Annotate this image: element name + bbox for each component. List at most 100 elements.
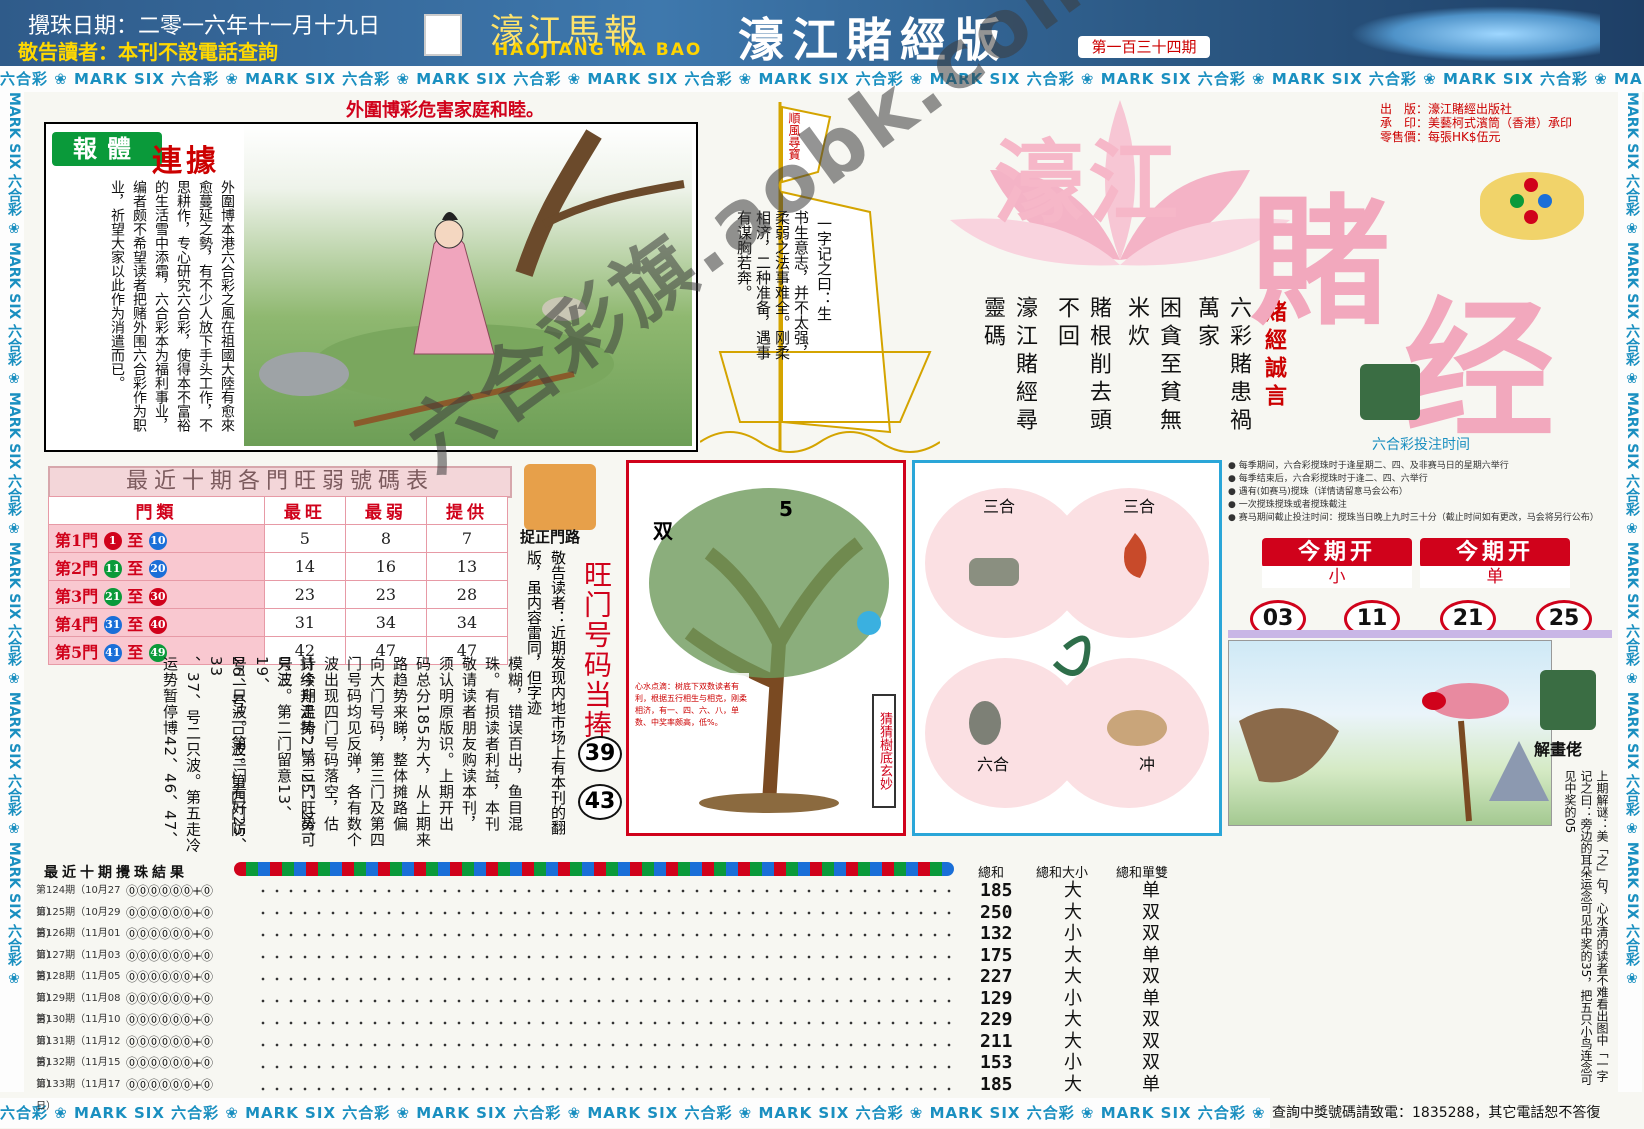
results-col-sum: 總和 (978, 866, 1005, 881)
this-draw-label-1: 今期开 (1262, 538, 1412, 568)
draw-balls: ⓪⓪⓪⓪⓪⓪+⓪ (126, 1077, 213, 1092)
result-row: 第131期（11月12日） ⓪⓪⓪⓪⓪⓪+⓪ 211 大双 (34, 1031, 1160, 1069)
gate-label: 捉正門路 (520, 528, 581, 546)
bet-time-note: ● 一次搅珠搅珠或者搅珠截注 (1228, 500, 1347, 510)
gate-name: 第3門 (55, 586, 99, 606)
draw-size: 大 (1064, 1030, 1082, 1052)
result-row: 第129期（11月08日） ⓪⓪⓪⓪⓪⓪+⓪ 129 小单 (34, 988, 1160, 1026)
hand-key-icon (524, 464, 596, 530)
issue-number: 第一百三十四期 (1078, 36, 1210, 58)
article-badge-heading: 連據 (152, 144, 220, 179)
tip-cell: 34 (425, 608, 509, 637)
cold-cell: 16 (344, 552, 427, 581)
result-row: 第124期（10月27日） ⓪⓪⓪⓪⓪⓪+⓪ 185 大单 (34, 880, 1160, 918)
piracy-notice: 敬告读者：近期发现内地市场上有本刊的翻版，虽内容雷同，但字迹 (525, 550, 567, 835)
result-row: 第127期（11月03日） ⓪⓪⓪⓪⓪⓪+⓪ 175 大单 (34, 945, 1160, 983)
range-separator: 至 (121, 530, 149, 550)
hotline-notice: 查詢中獎號碼請致電：1835288，其它電話恕不答復 (1272, 1105, 1601, 1121)
article-body: 外圍博本港六合彩之風在祖國大陸有愈來愈蔓延之勢，有不少人放下手头工作，不思耕作，… (109, 180, 235, 432)
draw-balls: ⓪⓪⓪⓪⓪⓪+⓪ (126, 1034, 213, 1049)
publisher-line: 出 版：濠江賭經出版社 (1380, 102, 1513, 116)
draw-balls: ⓪⓪⓪⓪⓪⓪+⓪ (126, 905, 213, 920)
this-draw-label-2: 今期开 (1420, 538, 1570, 568)
printer-line: 承 印：美藝柯式濱筒（香港）承印 (1380, 116, 1573, 130)
tip-cell: 7 (425, 524, 509, 553)
draw-parity: 单 (1142, 1073, 1160, 1095)
gate-name: 第2門 (55, 558, 99, 578)
tree-side-label: 猜猜樹底玄妙 (872, 694, 896, 808)
draw-parity: 单 (1142, 944, 1160, 966)
draw-parity: 双 (1142, 966, 1160, 987)
commentary-columns: 模糊，错误百出，鱼目混 珠。有损读者利益，本刊 敬请读者朋友购读本刊， 须认明原版识。… (120, 656, 530, 856)
col-header-gate: 門類 (48, 496, 265, 525)
draw-balls: ⓪⓪⓪⓪⓪⓪+⓪ (126, 991, 213, 1006)
table-row: 第3門 21 至 30 23 23 28 (48, 580, 509, 609)
bet-time-title: 六合彩投注时间 (1372, 437, 1470, 453)
hot-cell: 23 (263, 580, 346, 609)
draw-size: 小 (1064, 1052, 1082, 1073)
hand-pointing-icon (1360, 364, 1420, 420)
tree-caption: 心水点滴：树底下双数读者有利，根据五行相生与相克，刚柔相济，有一、四、六、八，单… (635, 682, 747, 727)
draw-sum: 250 (980, 901, 1013, 923)
table-header-row: 門類 最旺 最弱 提供 (48, 496, 509, 525)
draw-balls: ⓪⓪⓪⓪⓪⓪+⓪ (126, 1056, 213, 1070)
table-row: 第4門 31 至 40 31 34 34 (48, 608, 509, 637)
no-phone-warning: 敬告讀者：本刊不設電話查詢 (18, 40, 278, 64)
poem-line-3: 賭根削去頭不回 (1054, 296, 1111, 436)
range-separator: 至 (121, 558, 149, 578)
results-col-parity: 總和單雙 (1116, 866, 1169, 881)
draw-size: 大 (1064, 1073, 1082, 1095)
decoder-text: 上期解谜：美「之」句，心水清的读者不难看出图中「一字记之曰：旁边的耳朵运念可见中… (1563, 770, 1609, 1086)
tree-label-right: 5 (779, 497, 793, 521)
draw-balls: ⓪⓪⓪⓪⓪⓪+⓪ (126, 884, 213, 898)
gate-name: 第4門 (55, 614, 99, 634)
bet-time-note: ● 赛马期间截止投注时间：搅珠当日晚上九时三十分（截止时间如有更改，马会将另行公… (1228, 513, 1599, 523)
eagle-scene-svg (1239, 683, 1549, 822)
this-draw-size: 小 (1262, 566, 1412, 588)
draw-size: 小 (1064, 923, 1082, 944)
gate-cell: 第4門 31 至 40 (48, 608, 265, 637)
this-draw-parity: 单 (1420, 566, 1570, 588)
commentary-column: 路趋势来睇，整体摊路偏 (391, 656, 409, 832)
draw-size: 大 (1064, 944, 1082, 966)
commentary-column: 珠。有损读者利益，本刊 (483, 656, 501, 832)
commentary-column: 门号码均见反弹，各有数个 (345, 656, 363, 848)
gate-name: 第1門 (55, 530, 99, 550)
hot-cell: 14 (263, 552, 346, 581)
decoder-label: 解畫佬 (1534, 740, 1583, 759)
dragon-decoration (1350, 6, 1600, 62)
book-icon (424, 14, 462, 56)
commentary-column: 向大门号码，第三门及第四 (368, 656, 386, 848)
masthead: 攪珠日期：二零一六年十一月十九日 敬告讀者：本刊不設電話查詢 濠江馬報 HAOJ… (0, 0, 1644, 67)
draw-parity: 单 (1142, 880, 1160, 901)
zodiac-panel: 三合 三合 六合 冲 (912, 460, 1222, 836)
draw-parity: 双 (1142, 923, 1160, 944)
ball-number-strip (234, 862, 954, 876)
brand-subtitle: HAOJIANG MA BAO (494, 40, 703, 60)
logo-du-character: 賭 (1250, 181, 1391, 345)
right-border-band: MARK SIX 六合彩 ❀ MARK SIX 六合彩 ❀ MARK SIX 六… (1618, 92, 1642, 1092)
results-col-size: 總和大小 (1036, 866, 1089, 881)
range-end-ball: 20 (148, 560, 167, 578)
zodiac-label-tr: 三合 (1123, 497, 1156, 516)
poem-line-1: 六彩賭患禍萬家 (1194, 296, 1251, 436)
commentary-column: 只波。第二门留意13、19、 (253, 656, 293, 822)
bet-time-note: ● 遇有(如赛马)搅珠（详情请留意马会公布） (1228, 487, 1408, 497)
bet-time-note: ● 每季结束后，六合彩搅珠时于逢二、四、六举行 (1228, 474, 1428, 484)
result-row: 第125期（10月29日） ⓪⓪⓪⓪⓪⓪+⓪ 250 大双 (34, 902, 1160, 940)
commentary-column: 26、号二只波。第四门防33 (207, 656, 247, 838)
hot-cold-table: 門類 最旺 最弱 提供 第1門 1 至 10 5 8 7 第2門 11 至 20 14 16… (48, 496, 509, 665)
poem-line-4: 濠江賭經尋靈碼 (980, 296, 1037, 436)
hot-number: 39 (578, 736, 622, 772)
poem-line-2: 困貪至貧無米炊 (1124, 296, 1181, 436)
results-list: 第124期（10月27日） ⓪⓪⓪⓪⓪⓪+⓪ 185 大单第125期（10月29日） ⓪… (34, 880, 1234, 1112)
zodiac-clover-svg (925, 488, 1209, 808)
draw-sum: 229 (980, 1009, 1013, 1030)
result-row: 第132期（11月15日） ⓪⓪⓪⓪⓪⓪+⓪ 153 小双 (34, 1052, 1160, 1090)
range-start-ball: 21 (103, 588, 122, 606)
draw-sum: 185 (980, 880, 1013, 901)
range-separator: 至 (121, 586, 149, 606)
divider-bar (1228, 630, 1612, 638)
col-header-tip: 提供 (425, 496, 509, 525)
range-start-ball: 31 (103, 616, 122, 634)
